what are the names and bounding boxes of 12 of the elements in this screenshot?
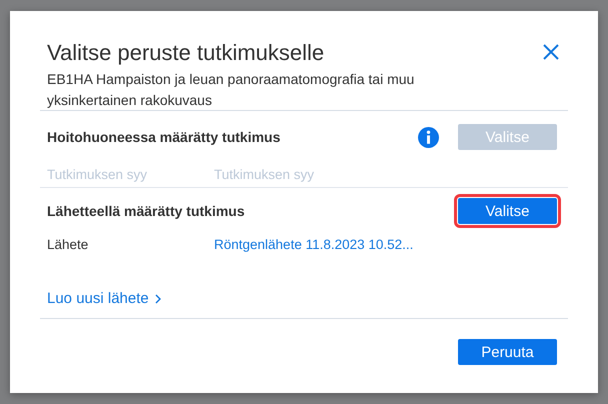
close-button[interactable] <box>542 43 560 61</box>
section-title: Hoitohuoneessa määrätty tutkimus <box>47 129 282 145</box>
referral-label: Lähete <box>47 237 90 252</box>
section-title: Lähetteellä määrätty tutkimus <box>47 203 246 219</box>
create-referral-link[interactable]: Luo uusi lähete <box>47 290 161 307</box>
referral-link[interactable]: Röntgenlähete 11.8.2023 10.52... <box>214 237 414 252</box>
cancel-button[interactable]: Peruuta <box>458 339 557 365</box>
select-button[interactable]: Valitse <box>458 198 557 224</box>
dialog-title: Valitse peruste tutkimukselle <box>47 40 326 66</box>
chevron-icon <box>154 294 161 304</box>
dialog-subtitle: EB1HA Hampaiston ja leuan panoraamatomografia tai muu yksinkertainen rakokuvaus <box>47 70 416 110</box>
info-icon[interactable] <box>418 126 439 148</box>
